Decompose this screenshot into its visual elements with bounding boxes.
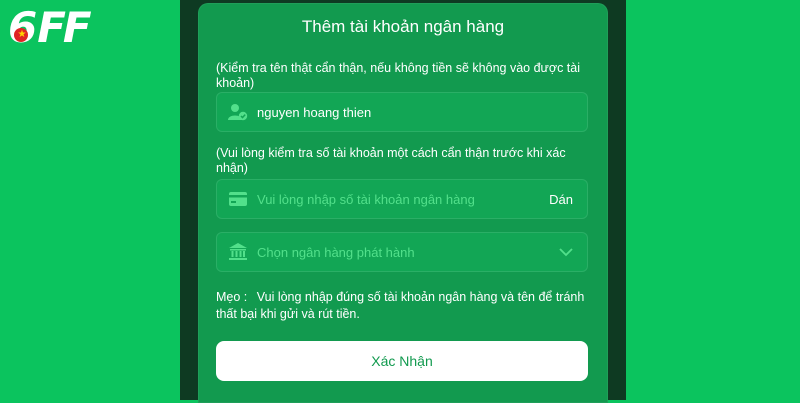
bank-select[interactable]: Chọn ngân hàng phát hành [216, 232, 588, 272]
flag-star-icon: ★ [14, 28, 28, 42]
bank-icon [227, 241, 249, 263]
tip-message: Vui lòng nhập đúng số tài khoản ngân hàn… [216, 290, 585, 321]
account-holder-name-field[interactable]: nguyen hoang thien [216, 92, 588, 132]
account-number-check-note: (Vui lòng kiểm tra số tài khoản một cách… [216, 146, 566, 175]
tip-label: Mẹo : [216, 290, 248, 304]
name-check-note: (Kiểm tra tên thật cẩn thận, nếu không t… [216, 61, 581, 90]
brand-logo: 6 ★ FF [8, 3, 92, 52]
chevron-down-icon [559, 247, 573, 257]
logo-letters: FF [37, 3, 91, 52]
user-check-icon [227, 101, 249, 123]
add-bank-account-dialog: Thêm tài khoản ngân hàng (Kiểm tra tên t… [198, 3, 608, 403]
bank-select-placeholder: Chọn ngân hàng phát hành [257, 244, 415, 260]
account-holder-name-value: nguyen hoang thien [257, 104, 372, 120]
card-icon [227, 188, 249, 210]
account-number-placeholder: Vui lòng nhập số tài khoản ngân hàng [257, 191, 475, 207]
confirm-button[interactable]: Xác Nhận [216, 341, 588, 381]
logo-digit: 6 ★ [8, 6, 37, 50]
tip-text: Mẹo : Vui lòng nhập đúng số tài khoản ng… [216, 289, 596, 323]
paste-button[interactable]: Dán [549, 192, 573, 207]
dialog-title: Thêm tài khoản ngân hàng [301, 17, 505, 36]
account-number-field[interactable]: Vui lòng nhập số tài khoản ngân hàng Dán [216, 179, 588, 219]
